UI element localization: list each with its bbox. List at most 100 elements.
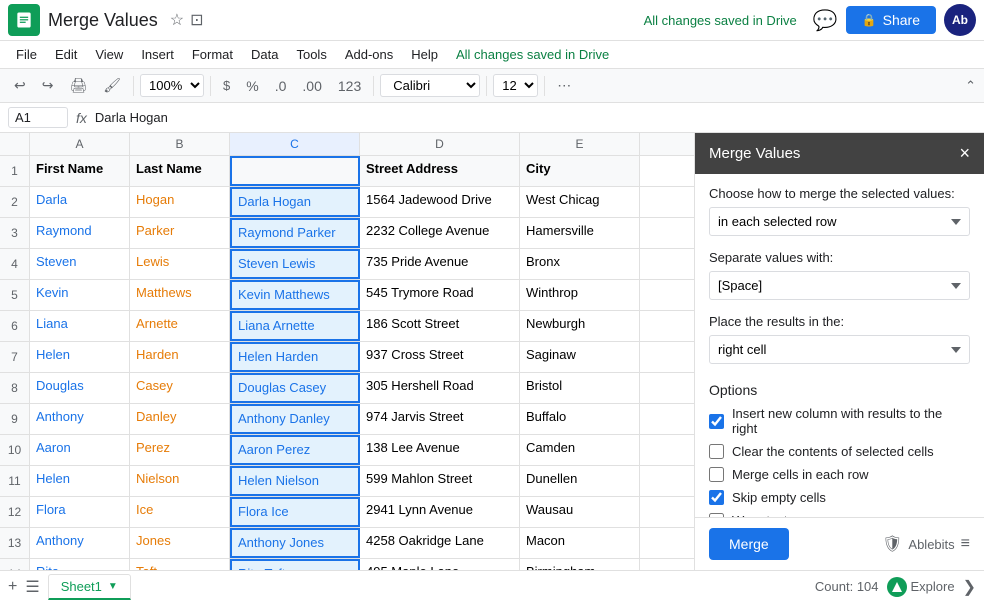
cell-a[interactable]: Kevin <box>30 280 130 310</box>
cell-a[interactable]: Anthony <box>30 528 130 558</box>
cell-e[interactable]: City <box>520 156 640 186</box>
cell-a[interactable]: Anthony <box>30 404 130 434</box>
cell-c[interactable] <box>230 156 360 186</box>
menu-edit[interactable]: Edit <box>47 43 85 66</box>
separate-values-select[interactable]: [Space] [Comma] [Semicolon] [Newline] <box>709 271 970 300</box>
cell-a[interactable]: Rita <box>30 559 130 570</box>
col-header-a[interactable]: A <box>30 133 130 155</box>
more-formats-button[interactable]: ⋯ <box>551 73 577 98</box>
print-button[interactable]: 🖨 <box>63 73 93 98</box>
cell-d[interactable]: 495 Maple Lane <box>360 559 520 570</box>
cell-d[interactable]: 4258 Oakridge Lane <box>360 528 520 558</box>
decimal-more-button[interactable]: .00 <box>296 74 327 98</box>
place-results-select[interactable]: right cell left cell <box>709 335 970 364</box>
cell-b[interactable]: Perez <box>130 435 230 465</box>
cell-e[interactable]: Macon <box>520 528 640 558</box>
font-select[interactable]: Calibri <box>380 74 480 97</box>
cell-d[interactable]: 186 Scott Street <box>360 311 520 341</box>
cell-a[interactable]: Raymond <box>30 218 130 248</box>
cell-c[interactable]: Darla Hogan <box>230 187 360 217</box>
cell-e[interactable]: Birmingham <box>520 559 640 570</box>
option-clear-contents-checkbox[interactable] <box>709 444 724 459</box>
menu-dots-icon[interactable]: ≡ <box>961 535 970 553</box>
col-header-e[interactable]: E <box>520 133 640 155</box>
zoom-select[interactable]: 100% <box>140 74 204 97</box>
menu-file[interactable]: File <box>8 43 45 66</box>
cell-a[interactable]: Douglas <box>30 373 130 403</box>
cell-c[interactable]: Helen Harden <box>230 342 360 372</box>
cell-a[interactable]: Helen <box>30 342 130 372</box>
currency-button[interactable]: $ <box>217 74 236 97</box>
paint-format-button[interactable]: 🖌 <box>97 73 127 98</box>
col-header-c[interactable]: C <box>230 133 360 155</box>
cell-e[interactable]: West Chicag <box>520 187 640 217</box>
cell-b[interactable]: Lewis <box>130 249 230 279</box>
collapse-panel-button[interactable]: ❯ <box>963 577 976 597</box>
cell-c[interactable]: Raymond Parker <box>230 218 360 248</box>
menu-addons[interactable]: Add-ons <box>337 43 401 66</box>
cell-e[interactable]: Bristol <box>520 373 640 403</box>
cell-e[interactable]: Bronx <box>520 249 640 279</box>
cell-e[interactable]: Buffalo <box>520 404 640 434</box>
cell-a[interactable]: Helen <box>30 466 130 496</box>
cell-b[interactable]: Casey <box>130 373 230 403</box>
col-header-b[interactable]: B <box>130 133 230 155</box>
font-size-select[interactable]: 12 <box>493 74 538 97</box>
cell-e[interactable]: Newburgh <box>520 311 640 341</box>
cell-b[interactable]: Matthews <box>130 280 230 310</box>
cell-e[interactable]: Wausau <box>520 497 640 527</box>
format-number-button[interactable]: 123 <box>332 74 367 98</box>
merge-how-select[interactable]: in each selected row in each selected co… <box>709 207 970 236</box>
formula-input[interactable] <box>95 110 976 125</box>
col-header-d[interactable]: D <box>360 133 520 155</box>
cell-d[interactable]: 138 Lee Avenue <box>360 435 520 465</box>
cell-c[interactable]: Aaron Perez <box>230 435 360 465</box>
cell-b[interactable]: Ice <box>130 497 230 527</box>
cell-d[interactable]: 2232 College Avenue <box>360 218 520 248</box>
cell-d[interactable]: 545 Trymore Road <box>360 280 520 310</box>
cell-a[interactable]: Steven <box>30 249 130 279</box>
menu-help[interactable]: Help <box>403 43 446 66</box>
cell-b[interactable]: Harden <box>130 342 230 372</box>
menu-insert[interactable]: Insert <box>133 43 182 66</box>
cell-e[interactable]: Winthrop <box>520 280 640 310</box>
percent-button[interactable]: % <box>240 74 264 98</box>
cell-b[interactable]: Parker <box>130 218 230 248</box>
cell-a[interactable]: Liana <box>30 311 130 341</box>
option-skip-empty-checkbox[interactable] <box>709 490 724 505</box>
cell-c[interactable]: Steven Lewis <box>230 249 360 279</box>
menu-data[interactable]: Data <box>243 43 286 66</box>
cell-c[interactable]: Kevin Matthews <box>230 280 360 310</box>
cell-c[interactable]: Helen Nielson <box>230 466 360 496</box>
explore-label[interactable]: Explore <box>911 579 955 594</box>
cell-c[interactable]: Douglas Casey <box>230 373 360 403</box>
cell-b[interactable]: Danley <box>130 404 230 434</box>
cell-c[interactable]: Anthony Danley <box>230 404 360 434</box>
share-button[interactable]: 🔒 Share <box>846 6 936 34</box>
cell-d[interactable]: 937 Cross Street <box>360 342 520 372</box>
cell-a[interactable]: First Name <box>30 156 130 186</box>
cell-c[interactable]: Anthony Jones <box>230 528 360 558</box>
undo-button[interactable]: ↩ <box>8 73 32 98</box>
star-icon[interactable]: ☆ <box>170 10 184 30</box>
cell-c[interactable]: Flora Ice <box>230 497 360 527</box>
cell-d[interactable]: 735 Pride Avenue <box>360 249 520 279</box>
cell-d[interactable]: 599 Mahlon Street <box>360 466 520 496</box>
collapse-toolbar-button[interactable]: ⌃ <box>965 78 976 94</box>
cell-d[interactable]: 305 Hershell Road <box>360 373 520 403</box>
cell-a[interactable]: Aaron <box>30 435 130 465</box>
cell-e[interactable]: Camden <box>520 435 640 465</box>
cell-c[interactable]: Rita Taft <box>230 559 360 570</box>
sheet-tab-sheet1[interactable]: Sheet1 ▼ <box>48 574 131 600</box>
sheets-menu-button[interactable]: ☰ <box>25 577 39 597</box>
close-sidebar-button[interactable]: × <box>959 143 970 164</box>
cell-d[interactable]: Street Address <box>360 156 520 186</box>
cell-reference-input[interactable] <box>8 107 68 128</box>
decimal-less-button[interactable]: .0 <box>269 74 293 98</box>
cell-b[interactable]: Jones <box>130 528 230 558</box>
add-sheet-button[interactable]: + <box>8 578 17 596</box>
cell-b[interactable]: Last Name <box>130 156 230 186</box>
menu-view[interactable]: View <box>87 43 131 66</box>
cell-b[interactable]: Arnette <box>130 311 230 341</box>
cell-d[interactable]: 2941 Lynn Avenue <box>360 497 520 527</box>
